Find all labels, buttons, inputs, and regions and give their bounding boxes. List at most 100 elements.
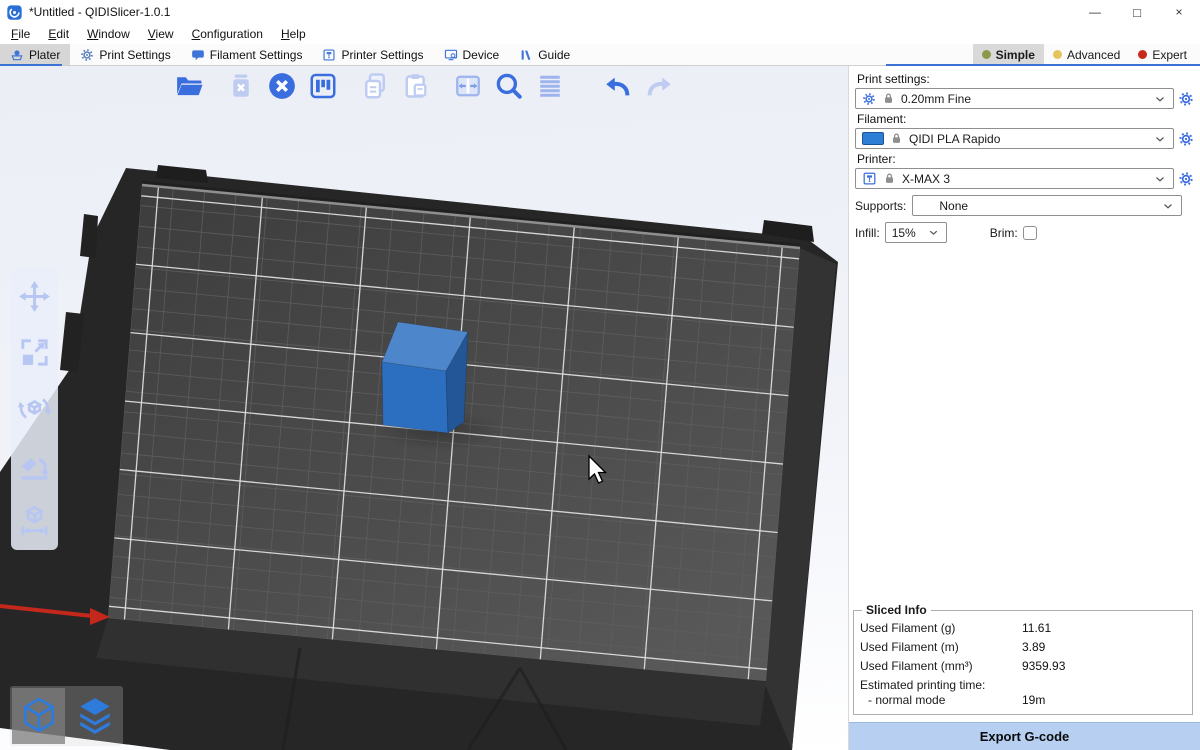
scale-tool-button[interactable] (17, 335, 52, 370)
lock-icon (882, 92, 895, 105)
tab-label: Guide (538, 48, 570, 62)
menu-configuration[interactable]: Configuration (183, 25, 272, 43)
gear-icon (80, 48, 94, 62)
variable-layer-height-button[interactable] (533, 69, 567, 103)
tab-label: Printer Settings (341, 48, 423, 62)
sliced-info-row: Estimated printing time: (860, 675, 1186, 692)
print-bed-scene (0, 66, 848, 750)
supports-value: None (919, 199, 968, 213)
move-tool-button[interactable] (17, 279, 52, 314)
sliced-info-panel: Sliced Info Used Filament (g) 11.61 Used… (853, 603, 1193, 715)
print-settings-value: 0.20mm Fine (901, 92, 971, 106)
sliced-info-title: Sliced Info (862, 603, 931, 617)
chevron-down-icon (927, 226, 940, 239)
plater-toolbar (0, 69, 848, 103)
printer-combo[interactable]: X-MAX 3 (855, 168, 1174, 189)
app-logo-icon (7, 5, 22, 20)
arrange-button[interactable] (306, 69, 340, 103)
editor-view-button[interactable] (12, 688, 65, 744)
qidislicer-window: { "window": { "title": "*Untitled - QIDI… (0, 0, 1200, 750)
mode-label: Advanced (1067, 48, 1120, 62)
model-cube[interactable] (382, 322, 468, 433)
brim-label: Brim: (990, 226, 1018, 240)
print-settings-gear-button[interactable] (1178, 90, 1196, 108)
print-settings-combo[interactable]: 0.20mm Fine (855, 88, 1174, 109)
place-on-face-tool-button[interactable] (17, 447, 52, 482)
advanced-dot-icon (1053, 50, 1062, 59)
supports-combo[interactable]: None (912, 195, 1182, 216)
menu-file[interactable]: File (2, 25, 39, 43)
filament-value: QIDI PLA Rapido (909, 132, 1000, 146)
infill-label: Infill: (855, 226, 880, 240)
minimize-button[interactable]: — (1074, 0, 1116, 24)
simple-dot-icon (982, 50, 991, 59)
mode-simple[interactable]: Simple (973, 44, 1044, 65)
menu-view[interactable]: View (139, 25, 183, 43)
mode-label: Expert (1152, 48, 1187, 62)
split-button[interactable] (451, 69, 485, 103)
gear-icon (862, 92, 876, 106)
mode-label: Simple (996, 48, 1035, 62)
sliced-info-row: Used Filament (mm³) 9359.93 (860, 656, 1186, 675)
open-file-button[interactable] (172, 69, 206, 103)
gizmo-toolbar (11, 267, 58, 550)
preview-view-button[interactable] (68, 688, 121, 744)
export-gcode-button[interactable]: Export G-code (849, 722, 1200, 750)
chevron-down-icon (1153, 92, 1167, 106)
supports-label: Supports: (855, 199, 906, 213)
search-button[interactable] (492, 69, 526, 103)
tab-print-settings[interactable]: Print Settings (70, 44, 180, 65)
undo-button[interactable] (601, 69, 635, 103)
chevron-down-icon (1153, 172, 1167, 186)
menu-window[interactable]: Window (78, 25, 139, 43)
main-tab-bar: Plater Print Settings Filament Settings … (0, 44, 1200, 66)
mode-switcher: Simple Advanced Expert (973, 44, 1200, 65)
settings-panel: Print settings: 0.20mm Fine Filament: QI… (848, 66, 1200, 750)
lock-icon (883, 172, 896, 185)
printer-gear-button[interactable] (1178, 170, 1196, 188)
sliced-info-row: Used Filament (g) 11.61 (860, 618, 1186, 637)
print-settings-label: Print settings: (857, 72, 1196, 86)
maximize-button[interactable]: □ (1116, 0, 1158, 24)
filament-gear-button[interactable] (1178, 130, 1196, 148)
delete-button[interactable] (224, 69, 258, 103)
device-icon (444, 48, 458, 62)
3d-viewport[interactable] (0, 66, 848, 750)
infill-combo[interactable]: 15% (885, 222, 947, 243)
close-button[interactable]: × (1158, 0, 1200, 24)
tab-label: Device (463, 48, 500, 62)
filament-combo[interactable]: QIDI PLA Rapido (855, 128, 1174, 149)
menu-help[interactable]: Help (272, 25, 315, 43)
tab-guide[interactable]: Guide (509, 44, 580, 65)
tab-plater[interactable]: Plater (0, 44, 70, 65)
tab-label: Plater (29, 48, 60, 62)
redo-button[interactable] (642, 69, 676, 103)
menu-bar: File Edit Window View Configuration Help (0, 24, 1200, 44)
tab-filament-settings[interactable]: Filament Settings (181, 44, 313, 65)
view-toggle-group (10, 686, 123, 746)
tab-printer-settings[interactable]: Printer Settings (312, 44, 433, 65)
printer-label: Printer: (857, 152, 1196, 166)
printer-icon (322, 48, 336, 62)
filament-color-swatch (862, 132, 884, 145)
mode-expert[interactable]: Expert (1129, 44, 1196, 65)
expert-dot-icon (1138, 50, 1147, 59)
copy-button[interactable] (358, 69, 392, 103)
paste-button[interactable] (399, 69, 433, 103)
tab-label: Filament Settings (210, 48, 303, 62)
filament-label: Filament: (857, 112, 1196, 126)
rotate-tool-button[interactable] (17, 391, 52, 426)
printer-value: X-MAX 3 (902, 172, 950, 186)
brim-checkbox[interactable] (1023, 226, 1037, 240)
measure-tool-button[interactable] (17, 503, 52, 538)
printer-icon (862, 171, 877, 186)
window-title: *Untitled - QIDISlicer-1.0.1 (29, 5, 170, 19)
delete-all-button[interactable] (265, 69, 299, 103)
plater-icon (10, 48, 24, 62)
sliced-info-row: - normal mode 19m (860, 692, 1186, 710)
mode-advanced[interactable]: Advanced (1044, 44, 1129, 65)
menu-edit[interactable]: Edit (39, 25, 78, 43)
tab-device[interactable]: Device (434, 44, 510, 65)
chevron-down-icon (1153, 132, 1167, 146)
cube-3d-icon (18, 693, 60, 739)
